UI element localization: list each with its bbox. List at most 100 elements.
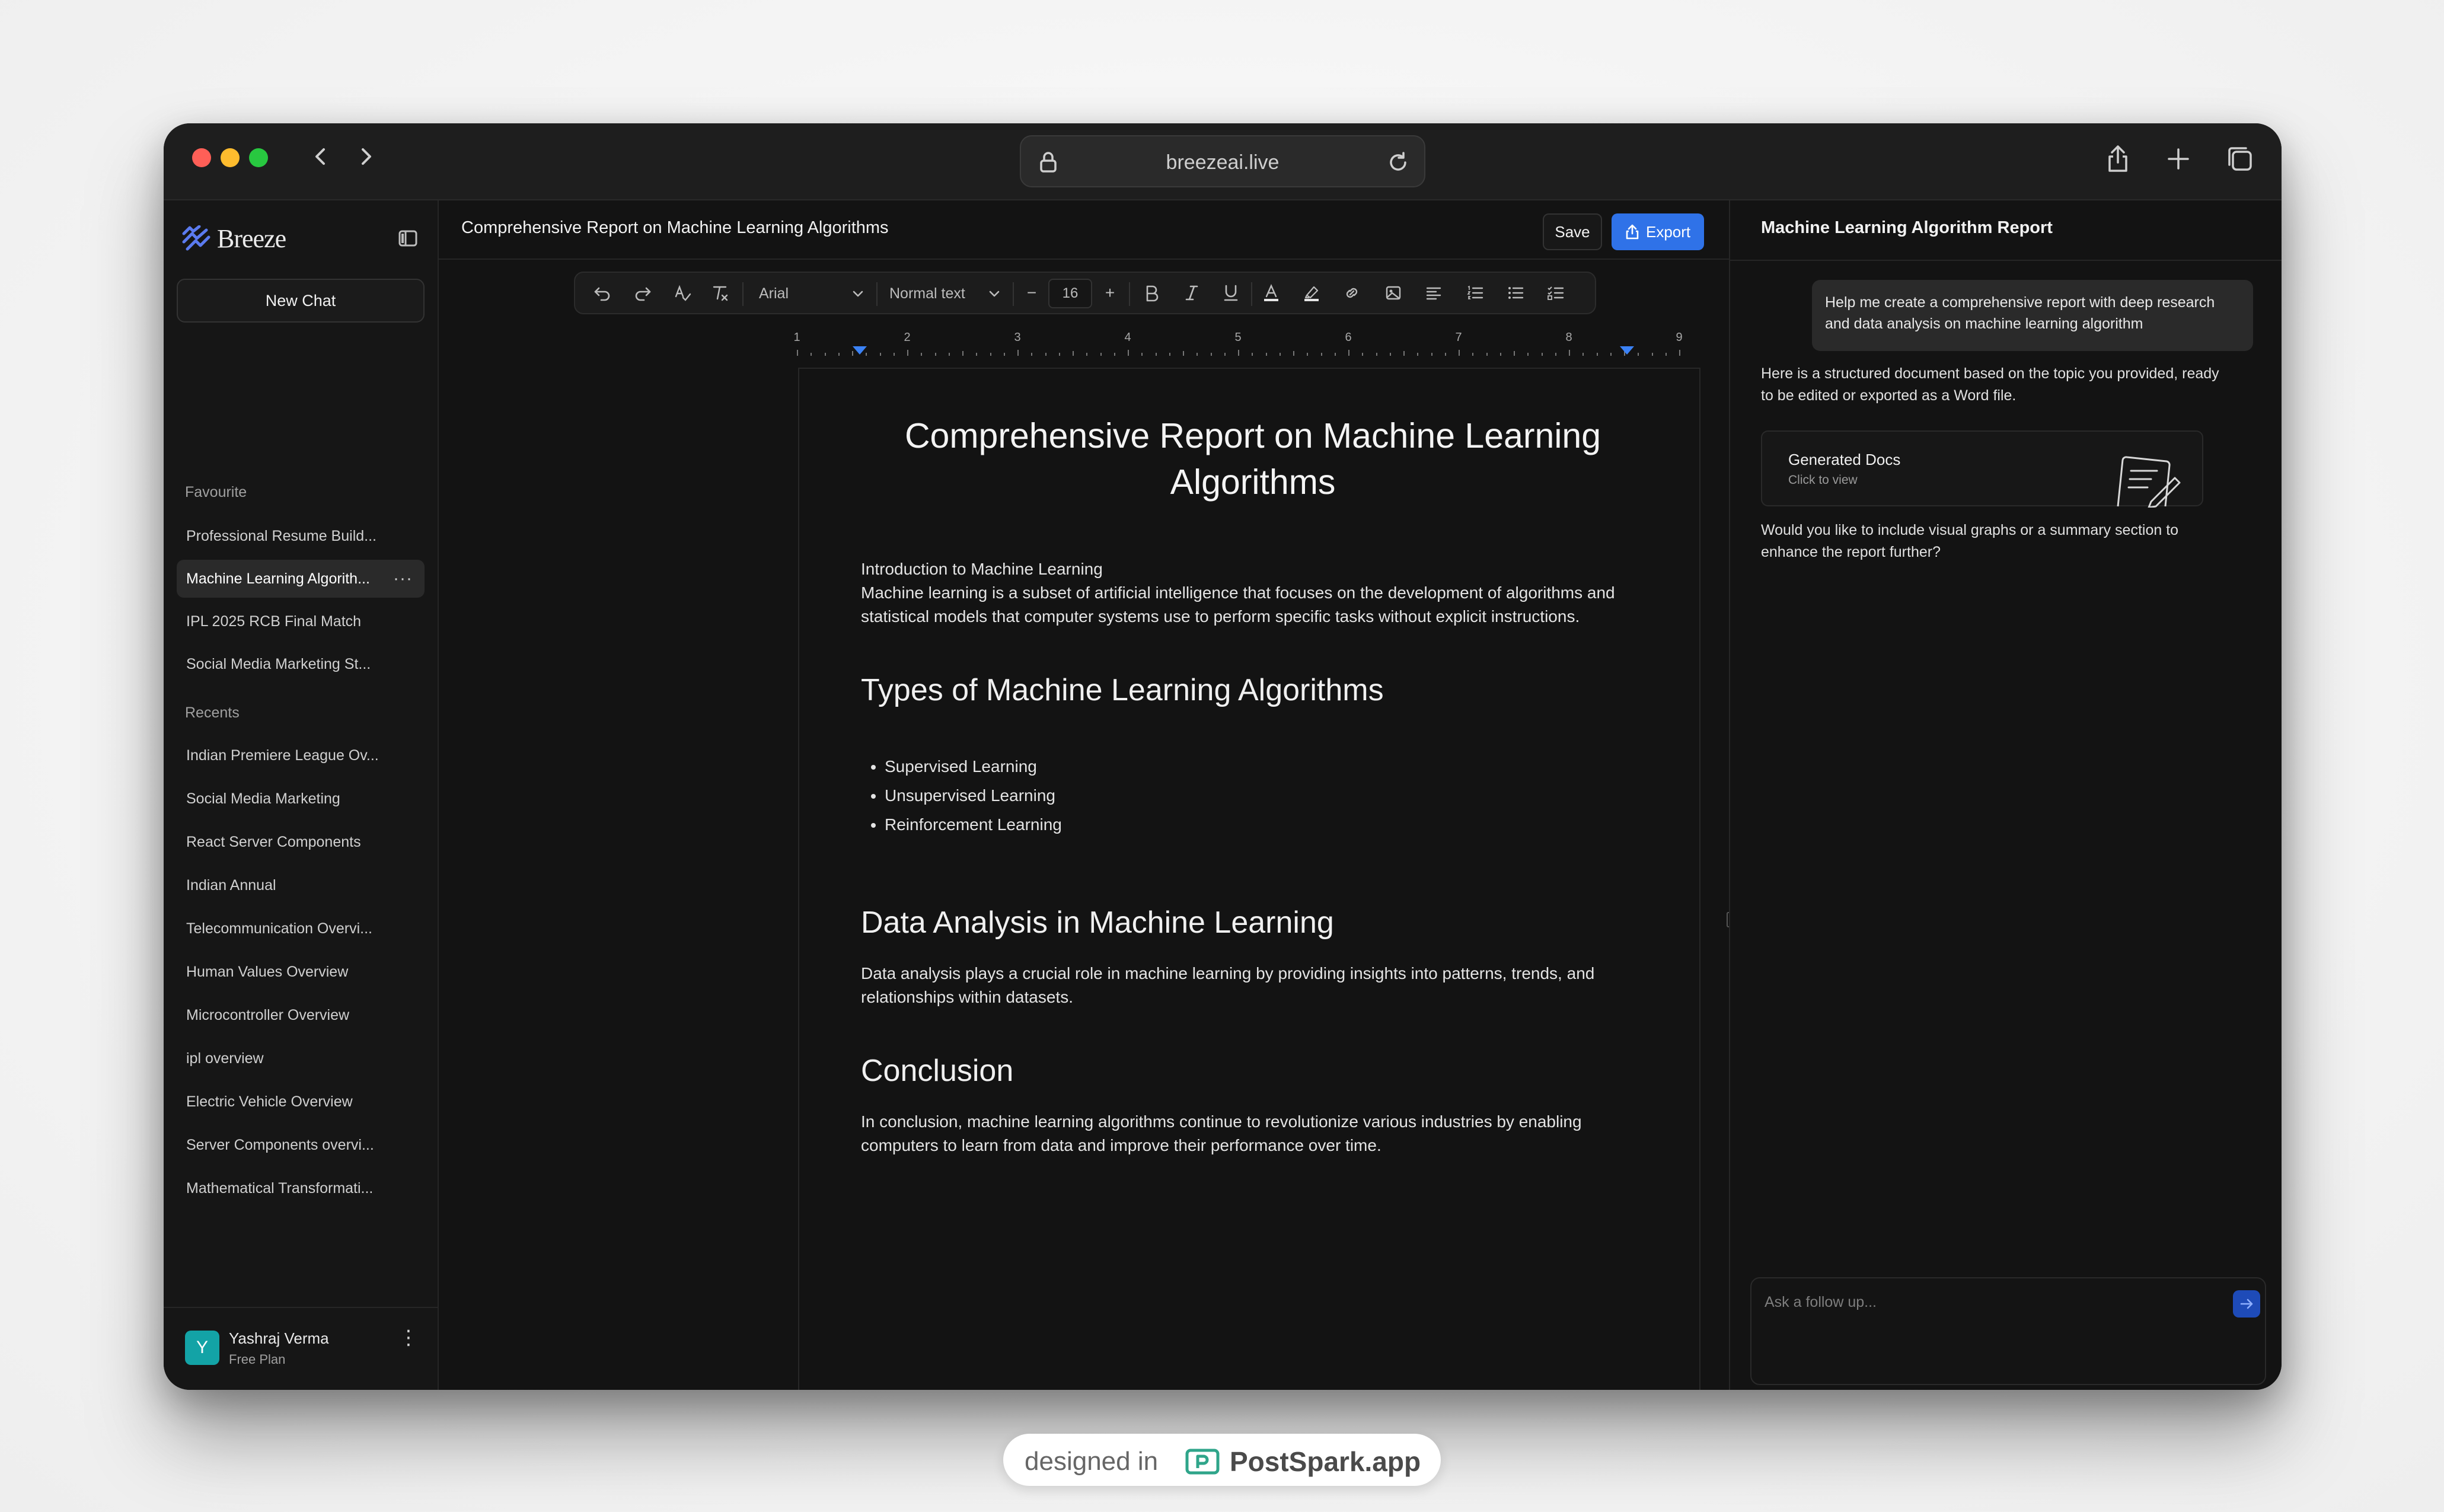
font-family-select[interactable]: Arial [753,280,872,307]
sidebar-item-recent[interactable]: Indian Premiere League Ov... [177,736,425,774]
designed-in-badge[interactable]: designed in PostSpark.app [1003,1434,1441,1486]
close-window-button[interactable] [192,148,211,167]
save-button[interactable]: Save [1543,213,1602,250]
ruler[interactable]: 1 2 3 4 5 6 7 8 9 [793,331,1702,356]
tabs-overview-icon[interactable] [2223,142,2257,176]
sidebar-item-recent[interactable]: Human Values Overview [177,953,425,991]
send-button[interactable] [2233,1290,2260,1318]
sidebar-item-favourite[interactable]: Professional Resume Build... [177,517,425,555]
document-page[interactable]: Comprehensive Report on Machine Learning… [798,368,1700,1390]
ruler-tick [1679,350,1680,356]
new-chat-button[interactable]: New Chat [177,279,425,323]
ruler-tick [921,353,923,356]
ruler-number: 5 [1234,331,1242,344]
sidebar: Breeze New Chat Favourite Professional R… [164,200,439,1390]
user-name: Yashraj Verma [229,1329,329,1347]
ruler-tick [1045,353,1046,356]
card-title: Generated Docs [1788,451,1901,468]
sidebar-item-recent[interactable]: React Server Components [177,823,425,861]
ruler-tick [1320,353,1322,356]
breeze-logo-icon [182,225,210,251]
browser-window: breezeai.live Breeze New Chat Favourite … [164,123,2282,1390]
ruler-tick [1031,353,1033,356]
generated-docs-card[interactable]: Generated Docs Click to view [1761,430,2203,508]
increase-font-size-button[interactable]: + [1098,281,1122,305]
redo-icon[interactable] [631,281,655,305]
sidebar-toggle-icon[interactable] [396,227,420,250]
address-bar[interactable]: breezeai.live [1020,135,1425,187]
link-icon[interactable] [1340,281,1364,305]
designed-in-text: designed in [1025,1447,1159,1476]
intro-title: Introduction to Machine Learning [861,560,1103,578]
back-icon[interactable] [306,140,336,173]
reload-icon[interactable] [1384,148,1412,177]
ruler-tick [879,353,881,356]
bold-icon[interactable] [1140,281,1163,305]
follow-up-input[interactable] [1765,1290,2180,1314]
numbered-list-icon[interactable] [1463,281,1487,305]
text-style-select[interactable]: Normal text [883,280,1008,307]
right-indent-marker[interactable] [1620,346,1634,355]
logo[interactable]: Breeze [181,221,286,256]
ruler-tick [1459,350,1460,356]
ruler-tick [1362,353,1364,356]
font-size-input[interactable]: 16 [1048,279,1092,308]
ruler-tick [1169,353,1170,356]
sidebar-item-recent[interactable]: Social Media Marketing [177,780,425,818]
user-menu-icon[interactable]: ⋮ [398,1328,419,1348]
share-icon[interactable] [2101,142,2134,176]
sidebar-item-recent[interactable]: Server Components overvi... [177,1126,425,1164]
left-indent-marker[interactable] [853,346,867,355]
conclusion-heading: Conclusion [861,1054,1014,1088]
sidebar-item-favourite[interactable]: Social Media Marketing St... [177,645,425,683]
ruler-tick [1582,353,1584,356]
new-tab-icon[interactable] [2162,142,2195,176]
spellcheck-icon[interactable] [670,281,694,305]
undo-icon[interactable] [591,281,614,305]
align-left-icon[interactable] [1422,281,1446,305]
image-icon[interactable] [1381,281,1405,305]
document-heading: Comprehensive Report on Machine Learning… [904,416,1601,502]
ruler-tick [1058,353,1060,356]
sidebar-item-recent[interactable]: Microcontroller Overview [177,996,425,1034]
sidebar-item-recent[interactable]: Electric Vehicle Overview [177,1083,425,1121]
italic-icon[interactable] [1180,281,1204,305]
more-options-icon[interactable]: ··· [393,560,413,598]
ruler-tick [893,353,895,356]
ruler-tick [1017,350,1019,356]
ruler-tick [797,350,798,356]
bullet-list-icon[interactable] [1504,281,1527,305]
types-heading: Types of Machine Learning Algorithms [861,673,1384,707]
ruler-tick [1197,353,1198,356]
intro-paragraph: Machine learning is a subset of artifici… [861,583,1615,626]
ruler-tick [907,350,908,356]
ruler-tick [1279,353,1281,356]
decrease-font-size-button[interactable]: − [1020,281,1044,305]
maximize-window-button[interactable] [249,148,268,167]
ruler-tick [1265,353,1267,356]
logo-text: Breeze [217,224,286,253]
text-color-icon[interactable] [1259,281,1283,305]
underline-icon[interactable] [1219,281,1243,305]
ruler-tick [1210,353,1212,356]
clear-format-icon[interactable] [708,281,732,305]
sidebar-item-active[interactable]: Machine Learning Algorith... ··· [177,560,425,598]
postspark-logo-icon [1185,1449,1220,1475]
sidebar-item-recent[interactable]: Mathematical Transformati... [177,1169,425,1207]
sidebar-item-favourite[interactable]: IPL 2025 RCB Final Match [177,602,425,640]
checklist-icon[interactable] [1544,281,1568,305]
forward-icon[interactable] [351,140,381,173]
document-editor: Comprehensive Report on Machine Learning… [439,200,1734,1390]
ruler-tick [1610,353,1612,356]
highlight-icon[interactable] [1300,281,1323,305]
minimize-window-button[interactable] [221,148,240,167]
sidebar-item-recent[interactable]: Telecommunication Overvi... [177,910,425,948]
ruler-tick [1486,353,1488,356]
browser-toolbar: breezeai.live [164,123,2282,200]
recents-label: Recents [185,704,240,721]
url-text: breezeai.live [1166,151,1280,174]
user-profile[interactable]: Y Yashraj Verma Free Plan ⋮ [164,1307,439,1390]
export-button[interactable]: Export [1612,213,1704,250]
sidebar-item-recent[interactable]: Indian Annual [177,866,425,904]
sidebar-item-recent[interactable]: ipl overview [177,1039,425,1077]
